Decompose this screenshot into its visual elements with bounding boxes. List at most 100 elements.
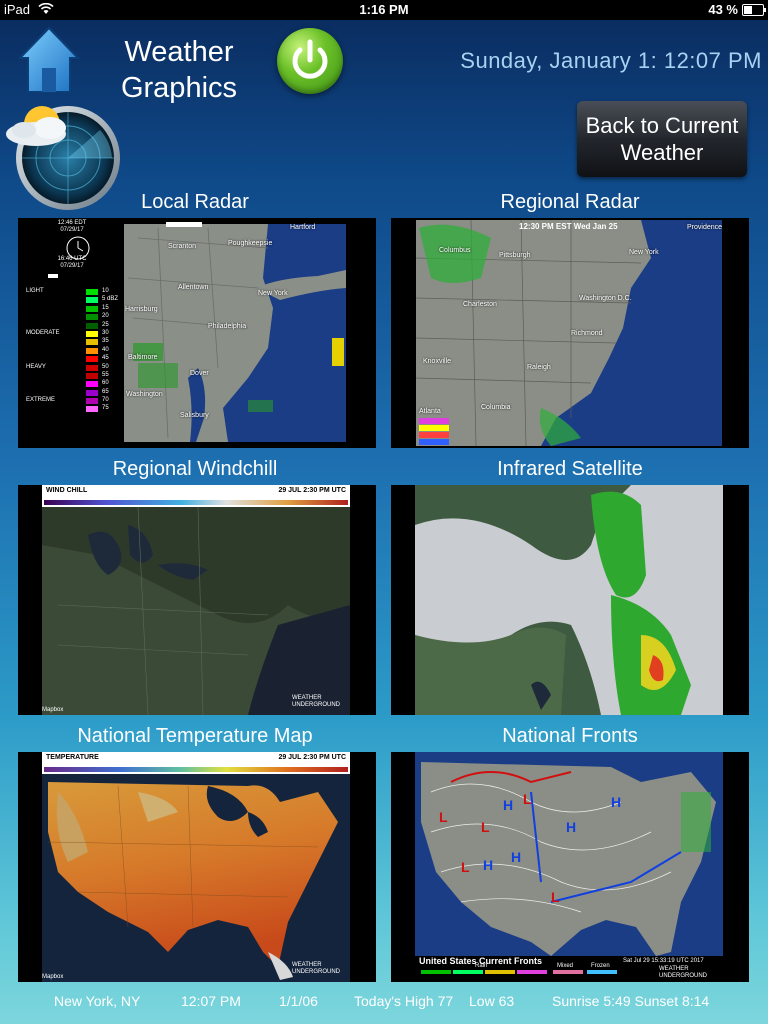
footer-low: Low 63 [469,993,515,1009]
legend-row-value: 10 [102,288,109,294]
city-label: Harrisburg [125,306,158,313]
power-icon [292,39,328,79]
footer-time: 12:07 PM [181,993,241,1009]
regional-radar-panel[interactable]: 12:30 PM EST Wed Jan 25 Providence Columb… [391,218,749,448]
legend-row: 5 dBZ [22,296,122,304]
legend-row-label: MODERATE [26,329,60,336]
city-label: Salisbury [180,412,209,419]
legend-swatch [86,330,98,337]
legend-row-value: 40 [102,346,109,353]
footer-high: Today's High 77 [354,993,454,1009]
infrared-satellite-panel[interactable] [391,485,749,715]
battery-percent: 43 % [708,2,738,17]
footer-bar: New York, NY 12:07 PM 1/1/06 Today's Hig… [0,990,768,1014]
regional-windchill-panel[interactable]: WIND CHILL 29 JUL 2:30 PM UTC Mapbox WEA… [18,485,376,715]
legend-row: 25 [22,322,122,330]
legend-row-value: 45 [102,355,109,362]
legend-row-label: LIGHT [26,288,44,294]
city-label: Washington [126,391,163,398]
local-radar-panel[interactable]: 12:46 EDT 07/29/17 16:46 UTC 07/29/17 LI… [18,218,376,448]
regional-windchill-map [18,485,376,715]
legend-swatch [86,347,98,354]
legend-row: 55 [22,372,122,380]
legend-row: 35 [22,338,122,346]
fronts-legend-rain: Rain [475,963,488,969]
app-title-line1: Weather [124,36,234,68]
svg-text:L: L [523,791,532,807]
city-label: Providence [687,224,723,231]
fronts-timestamp: Sat Jul 29 15:33:19 UTC 2017 [623,958,704,964]
legend-swatch [86,314,98,321]
legend-row: 40 [22,347,122,355]
home-icon[interactable] [18,26,80,96]
city-label: Poughkeepsie [228,240,273,247]
city-label: New York [258,290,288,297]
local-radar-legend: 12:46 EDT 07/29/17 16:46 UTC 07/29/17 LI… [22,220,122,414]
legend-row-value: 65 [102,388,109,395]
regional-radar-timestamp: 12:30 PM EST Wed Jan 25 [519,222,618,231]
city-label: Knoxville [423,358,452,365]
city-label: Baltimore [128,354,158,361]
svg-text:H: H [566,819,576,835]
windchill-attribution: Mapbox [42,707,64,713]
legend-swatch [86,297,98,304]
svg-text:H: H [511,849,521,865]
back-button-line2: Weather [620,140,704,165]
windchill-header-label: WIND CHILL [46,487,88,494]
national-temperature-panel[interactable]: TEMPERATURE 29 JUL 2:30 PM UTC Mapbox WE… [18,752,376,982]
legend-row-value: 70 [102,397,109,404]
legend-swatch [86,398,98,405]
fronts-credit: WEATHER UNDERGROUND [659,966,707,979]
back-to-current-weather-button[interactable]: Back to Current Weather [577,101,747,177]
footer-sunrise-sunset: Sunrise 5:49 Sunset 8:14 [552,993,710,1009]
svg-text:H: H [611,794,621,810]
national-temperature-title: National Temperature Map [77,725,313,747]
app-title: Weather Graphics [100,34,258,106]
city-label: Hartford [290,224,316,231]
city-label: Pittsburgh [499,252,531,259]
legend-swatch [86,372,98,379]
footer-date: 1/1/06 [279,993,318,1009]
legend-swatch [86,339,98,346]
status-time: 1:16 PM [359,2,409,17]
svg-text:L: L [461,859,470,875]
national-fronts-panel[interactable]: L L L L L H H H H H United States Curren… [391,752,749,982]
legend-row: HEAVY 50 [22,364,122,372]
legend-row-value: 50 [102,363,109,370]
legend-row-value: 25 [102,321,109,328]
local-radar-time2: 16:46 UTC [57,256,87,262]
svg-text:L: L [551,889,560,905]
legend-row: 20 [22,313,122,321]
legend-swatch [86,406,98,413]
legend-row-value: 15 [102,304,109,311]
national-temperature-map [18,752,376,982]
fronts-legend-mixed: Mixed [557,963,574,969]
city-label: Columbus [439,247,471,254]
back-button-line1: Back to Current [585,113,739,138]
national-fronts-title: National Fronts [502,725,638,747]
legend-row: MODERATE 30 [22,330,122,338]
local-radar-date2: 07/29/17 [60,263,84,269]
city-label: Columbia [481,404,511,411]
svg-text:L: L [481,819,490,835]
legend-row-value: 60 [102,380,109,387]
infrared-satellite-image [391,485,749,715]
fronts-legend-frozen: Frozen [591,963,610,969]
footer-location: New York, NY [54,993,141,1009]
legend-row: 75 [22,405,122,413]
battery-fill [744,6,752,14]
local-radar-date1: 07/29/17 [60,227,84,233]
legend-row-value: 5 dBZ [102,296,119,303]
infrared-satellite-title: Infrared Satellite [497,458,643,480]
city-label: Raleigh [527,364,551,371]
power-button[interactable] [277,28,343,94]
legend-row: LIGHT 10 [22,288,122,296]
legend-row: EXTREME 70 [22,397,122,405]
legend-swatch [86,289,98,295]
legend-row: 15 [22,305,122,313]
city-label: Charleston [463,301,497,308]
legend-row: 65 [22,389,122,397]
current-datetime: Sunday, January 1: 12:07 PM [460,48,762,73]
legend-row: 60 [22,380,122,388]
windchill-header-time: 29 JUL 2:30 PM UTC [278,487,346,494]
